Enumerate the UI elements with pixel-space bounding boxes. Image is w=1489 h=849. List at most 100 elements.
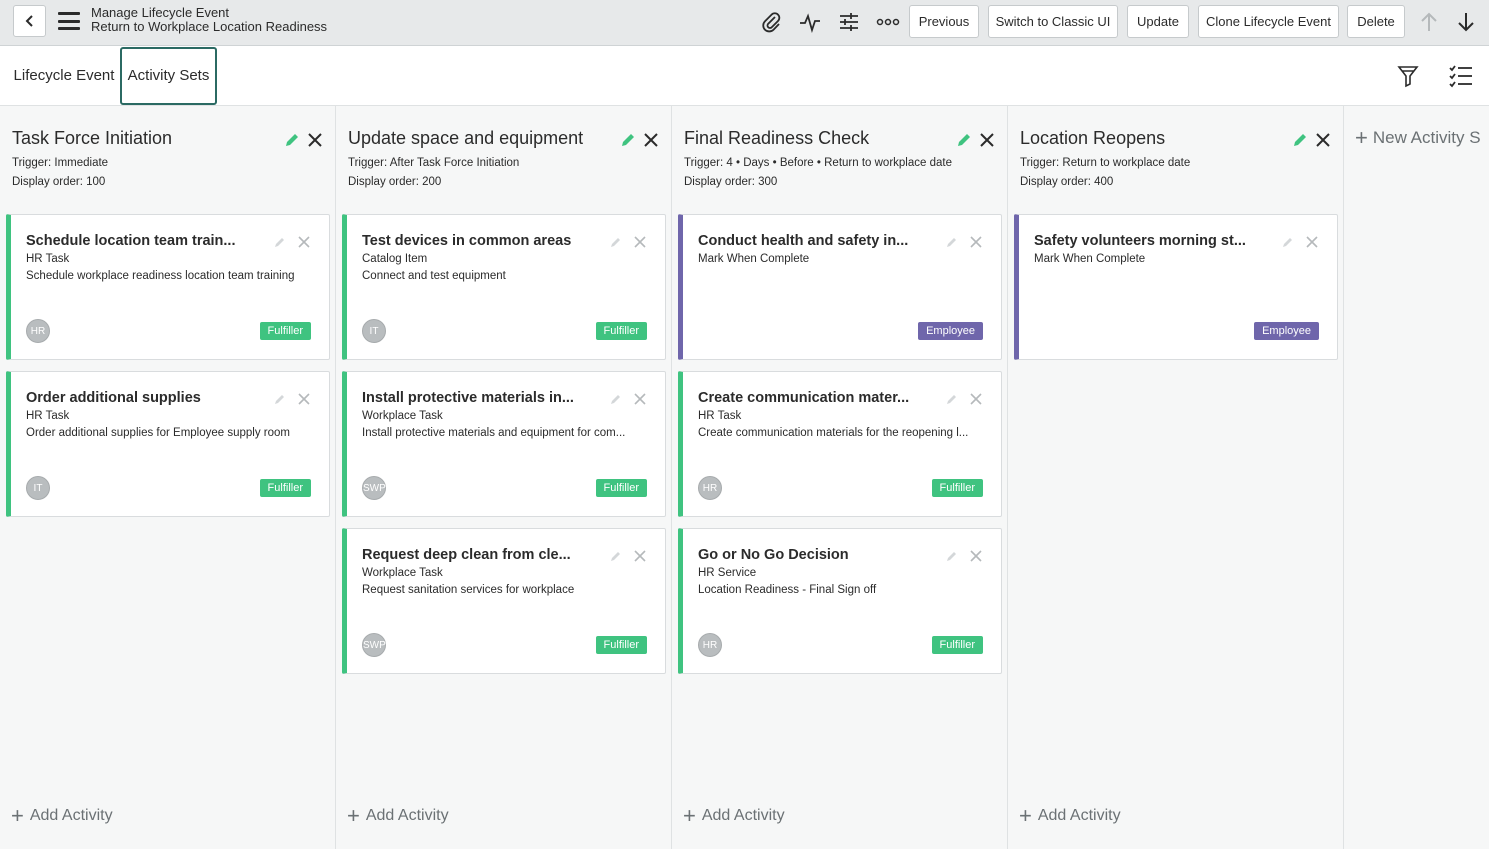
- arrow-up-icon[interactable]: [1417, 9, 1441, 35]
- activity-description: Create communication materials for the r…: [698, 427, 969, 439]
- previous-button[interactable]: Previous: [909, 5, 979, 38]
- avatar: SWP: [362, 633, 386, 657]
- activity-card[interactable]: Safety volunteers morning st... Mark Whe…: [1014, 214, 1338, 360]
- pencil-icon[interactable]: [609, 392, 623, 406]
- add-activity-label: Add Activity: [29, 807, 113, 824]
- pencil-icon[interactable]: [1291, 131, 1309, 149]
- activity-set-trigger: Trigger: Immediate: [12, 157, 109, 169]
- paperclip-icon[interactable]: [758, 9, 784, 35]
- pencil-icon[interactable]: [609, 549, 623, 563]
- pencil-icon[interactable]: [945, 549, 959, 563]
- pencil-icon[interactable]: [945, 392, 959, 406]
- delete-button[interactable]: Delete: [1347, 5, 1405, 38]
- close-icon[interactable]: [642, 131, 660, 149]
- activity-title: Create communication mater...: [698, 390, 910, 406]
- close-icon[interactable]: [969, 392, 983, 406]
- clone-lifecycle-event-button[interactable]: Clone Lifecycle Event: [1198, 5, 1339, 38]
- activity-set-title: Location Reopens: [1020, 128, 1166, 148]
- record-name: Return to Workplace Location Readiness: [91, 19, 328, 34]
- activity-set-title: Final Readiness Check: [684, 128, 870, 148]
- activity-title: Order additional supplies: [26, 390, 201, 406]
- activity-set-display-order: Display order: 400: [1020, 176, 1114, 188]
- close-icon[interactable]: [306, 131, 324, 149]
- menu-icon[interactable]: [58, 12, 80, 30]
- checklist-icon[interactable]: [1448, 63, 1474, 89]
- pencil-icon[interactable]: [1281, 235, 1295, 249]
- close-icon[interactable]: [1314, 131, 1332, 149]
- pencil-icon[interactable]: [945, 235, 959, 249]
- pencil-icon[interactable]: [283, 131, 301, 149]
- activity-type: Mark When Complete: [698, 253, 810, 265]
- add-activity-button[interactable]: + Add Activity: [347, 803, 449, 828]
- pencil-icon[interactable]: [273, 392, 287, 406]
- activity-type: Workplace Task: [362, 410, 443, 422]
- avatar: IT: [26, 476, 50, 500]
- pencil-icon[interactable]: [955, 131, 973, 149]
- activity-set-column: Final Readiness Check Trigger: 4 • Days …: [672, 106, 1008, 849]
- avatar: HR: [698, 633, 722, 657]
- activity-set-display-order: Display order: 300: [684, 176, 778, 188]
- activity-icon[interactable]: [797, 9, 823, 35]
- activity-set-trigger: Trigger: 4 • Days • Before • Return to w…: [684, 157, 952, 169]
- activity-card[interactable]: Request deep clean from cle... Workplace…: [342, 528, 666, 674]
- close-icon[interactable]: [969, 235, 983, 249]
- activity-description: Install protective materials and equipme…: [362, 427, 626, 439]
- role-badge: Fulfiller: [595, 322, 647, 340]
- role-badge: Fulfiller: [595, 636, 647, 654]
- new-activity-set-button[interactable]: + New Activity S: [1355, 127, 1481, 149]
- close-icon[interactable]: [633, 549, 647, 563]
- plus-icon: +: [1019, 803, 1032, 828]
- close-icon[interactable]: [633, 392, 647, 406]
- activity-card[interactable]: Order additional supplies HR Task Order …: [6, 371, 330, 517]
- activity-card[interactable]: Test devices in common areas Catalog Ite…: [342, 214, 666, 360]
- activity-card[interactable]: Go or No Go Decision HR Service Location…: [678, 528, 1002, 674]
- pencil-icon[interactable]: [619, 131, 637, 149]
- tab-bar: Lifecycle Event Activity Sets: [0, 46, 1489, 106]
- add-activity-label: Add Activity: [1037, 807, 1121, 824]
- activity-type: Mark When Complete: [1034, 253, 1146, 265]
- update-button[interactable]: Update: [1127, 5, 1189, 38]
- pencil-icon[interactable]: [273, 235, 287, 249]
- add-activity-button[interactable]: + Add Activity: [1019, 803, 1121, 828]
- activity-card[interactable]: Schedule location team train... HR Task …: [6, 214, 330, 360]
- close-icon[interactable]: [633, 235, 647, 249]
- tab-lifecycle-event[interactable]: Lifecycle Event: [8, 47, 120, 105]
- activity-set-column: Update space and equipment Trigger: Afte…: [336, 106, 672, 849]
- activity-type: HR Service: [698, 567, 757, 579]
- plus-icon: +: [11, 803, 24, 828]
- record-type: Manage Lifecycle Event: [91, 5, 230, 20]
- close-icon[interactable]: [297, 392, 311, 406]
- role-badge: Fulfiller: [595, 479, 647, 497]
- role-badge: Fulfiller: [931, 479, 983, 497]
- activity-set-column: Location Reopens Trigger: Return to work…: [1008, 106, 1344, 849]
- activity-set-display-order: Display order: 100: [12, 176, 106, 188]
- activity-card[interactable]: Install protective materials in... Workp…: [342, 371, 666, 517]
- chevron-left-icon: [25, 15, 33, 27]
- avatar: HR: [698, 476, 722, 500]
- filter-icon[interactable]: [1395, 63, 1421, 89]
- switch-classic-ui-button[interactable]: Switch to Classic UI: [988, 5, 1118, 38]
- avatar: HR: [26, 319, 50, 343]
- add-activity-button[interactable]: + Add Activity: [683, 805, 785, 827]
- add-activity-label: Add Activity: [701, 807, 785, 824]
- activity-card[interactable]: Conduct health and safety in... Mark Whe…: [678, 214, 1002, 360]
- activity-title: Safety volunteers morning st...: [1034, 233, 1246, 249]
- back-button[interactable]: [13, 5, 46, 37]
- pencil-icon[interactable]: [609, 235, 623, 249]
- tab-activity-sets[interactable]: Activity Sets: [120, 47, 217, 105]
- plus-icon: +: [347, 803, 360, 828]
- more-icon[interactable]: [875, 9, 901, 35]
- activity-title: Schedule location team train...: [26, 233, 236, 249]
- close-icon[interactable]: [978, 131, 996, 149]
- close-icon[interactable]: [1305, 235, 1319, 249]
- activity-card[interactable]: Create communication mater... HR Task Cr…: [678, 371, 1002, 517]
- avatar: IT: [362, 319, 386, 343]
- add-activity-button[interactable]: + Add Activity: [11, 803, 113, 828]
- arrow-down-icon[interactable]: [1454, 9, 1478, 35]
- close-icon[interactable]: [297, 235, 311, 249]
- activity-set-column: Task Force Initiation Trigger: Immediate…: [0, 106, 336, 849]
- sliders-icon[interactable]: [836, 9, 862, 35]
- activity-description: Order additional supplies for Employee s…: [26, 427, 290, 439]
- activity-title: Conduct health and safety in...: [698, 233, 909, 249]
- close-icon[interactable]: [969, 549, 983, 563]
